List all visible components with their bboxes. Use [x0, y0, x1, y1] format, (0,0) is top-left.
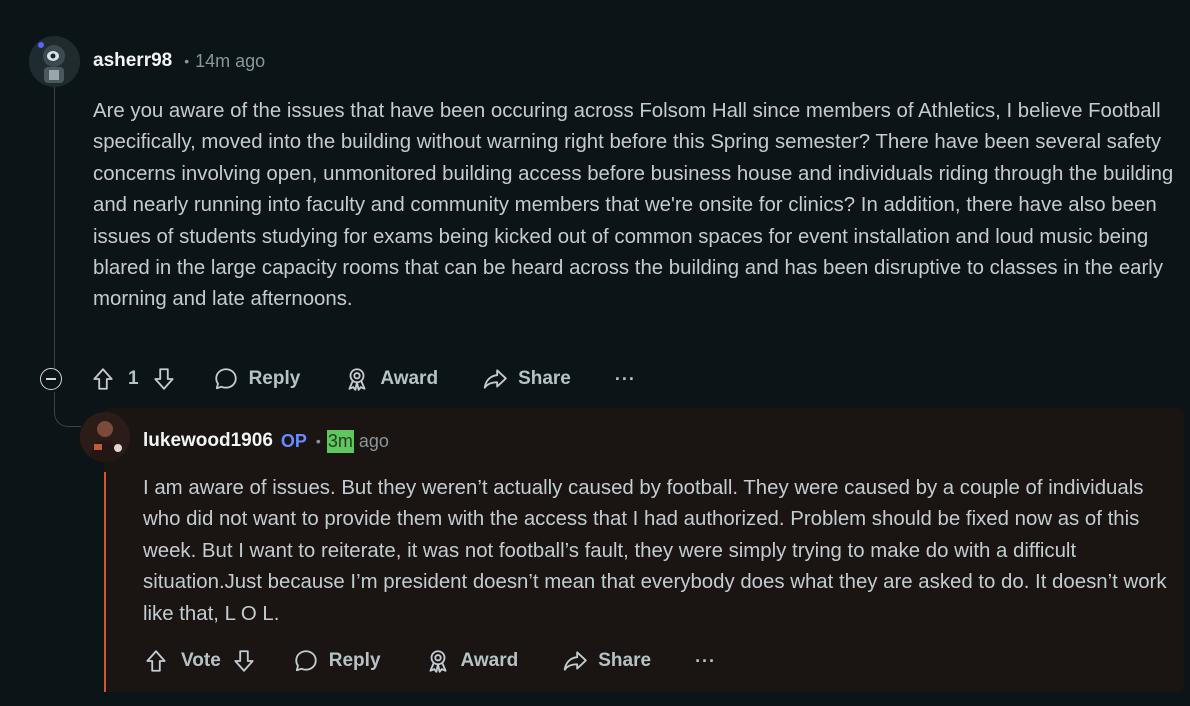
username[interactable]: asherr98 — [93, 50, 172, 72]
arrow-up-icon[interactable] — [90, 366, 116, 392]
vote-count: 1 — [128, 368, 139, 389]
share-button[interactable]: Share — [562, 648, 651, 674]
reply-header: lukewood1906 OP • 3m ago — [143, 428, 389, 454]
op-badge: OP — [280, 430, 307, 451]
vote-group: Vote — [143, 648, 257, 674]
award-button[interactable]: Award — [425, 648, 519, 674]
comment-thread: asherr98 • 14m ago Are you aware of the … — [0, 0, 1190, 706]
award-label: Award — [460, 650, 519, 671]
award-label: Award — [380, 368, 439, 389]
share-label: Share — [518, 368, 571, 389]
speech-bubble-icon — [293, 648, 329, 674]
more-options-button[interactable]: ··· — [695, 651, 716, 672]
avatar[interactable] — [29, 36, 80, 87]
reply-action-bar: Vote Reply Award Share ··· — [143, 644, 716, 678]
share-arrow-icon — [562, 648, 598, 674]
vote-label: Vote — [181, 650, 221, 671]
arrow-down-icon[interactable] — [151, 366, 177, 392]
collapse-thread-button[interactable] — [40, 368, 62, 390]
share-button[interactable]: Share — [482, 366, 571, 392]
award-button[interactable]: Award — [344, 366, 438, 392]
timestamp-value[interactable]: 3m — [326, 429, 354, 453]
comment-action-bar: 1 Reply Award Share ··· — [40, 362, 636, 396]
timestamp[interactable]: 14m ago — [195, 51, 265, 72]
username[interactable]: lukewood1906 — [143, 430, 273, 452]
reply-thread-line[interactable] — [104, 472, 106, 692]
comment-body: Are you aware of the issues that have be… — [93, 100, 1174, 311]
arrow-down-icon[interactable] — [231, 648, 257, 674]
timestamp-suffix: ago — [358, 430, 389, 451]
speech-bubble-icon — [213, 366, 249, 392]
arrow-up-icon[interactable] — [143, 648, 169, 674]
reply-label: Reply — [248, 368, 301, 389]
more-options-button[interactable]: ··· — [615, 369, 636, 390]
reply-body: I am aware of issues. But they weren’t a… — [143, 477, 1167, 625]
avatar-image — [80, 412, 130, 462]
separator-dot: • — [315, 433, 321, 449]
reply-button[interactable]: Reply — [213, 366, 301, 392]
thread-line[interactable] — [54, 86, 55, 368]
share-arrow-icon — [482, 366, 518, 392]
vote-group: 1 — [90, 366, 177, 392]
reply-label: Reply — [328, 650, 381, 671]
avatar-image — [29, 36, 80, 87]
award-ribbon-icon — [425, 648, 461, 674]
separator-dot: • — [184, 53, 190, 69]
comment-header: asherr98 • 14m ago — [93, 48, 265, 74]
avatar[interactable] — [80, 412, 130, 462]
minus-circle-icon — [46, 378, 56, 380]
share-label: Share — [598, 650, 652, 671]
award-ribbon-icon — [344, 366, 380, 392]
thread-connector — [54, 392, 81, 427]
reply-button[interactable]: Reply — [293, 648, 381, 674]
